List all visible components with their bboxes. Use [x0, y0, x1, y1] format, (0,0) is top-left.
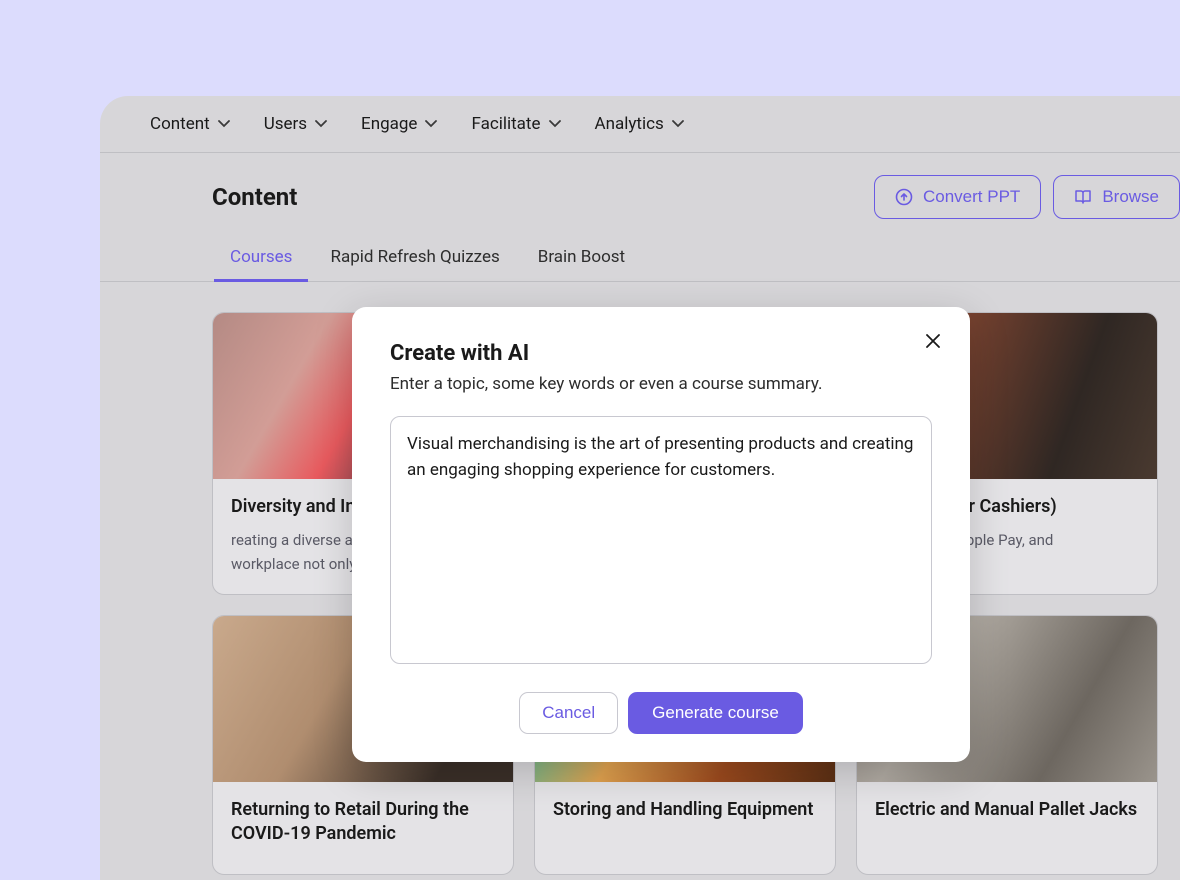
page-header: Content Convert PPT Browse: [100, 153, 1180, 237]
nav-item-content[interactable]: Content: [150, 114, 230, 134]
chevron-down-icon: [549, 120, 561, 128]
create-with-ai-modal: Create with AI Enter a topic, some key w…: [352, 307, 970, 762]
close-icon: [926, 333, 940, 352]
book-icon: [1074, 188, 1092, 206]
convert-ppt-button[interactable]: Convert PPT: [874, 175, 1041, 219]
topic-input[interactable]: [390, 416, 932, 664]
modal-subtitle: Enter a topic, some key words or even a …: [390, 374, 932, 394]
course-title: Returning to Retail During the COVID-19 …: [231, 798, 495, 847]
tab-label: Courses: [230, 247, 292, 267]
chevron-down-icon: [672, 120, 684, 128]
tab-label: Brain Boost: [538, 247, 625, 267]
modal-actions: Cancel Generate course: [390, 692, 932, 734]
tab-brain-boost[interactable]: Brain Boost: [536, 237, 627, 281]
nav-item-engage[interactable]: Engage: [361, 114, 437, 134]
button-label: Convert PPT: [923, 187, 1020, 207]
browse-button[interactable]: Browse: [1053, 175, 1180, 219]
nav-label: Facilitate: [471, 114, 540, 134]
top-nav: Content Users Engage Facilitate Analytic…: [100, 96, 1180, 153]
close-button[interactable]: [922, 331, 944, 353]
tabs: Courses Rapid Refresh Quizzes Brain Boos…: [100, 237, 1180, 282]
upload-icon: [895, 188, 913, 206]
nav-item-facilitate[interactable]: Facilitate: [471, 114, 560, 134]
tab-rapid-refresh[interactable]: Rapid Refresh Quizzes: [328, 237, 501, 281]
tab-label: Rapid Refresh Quizzes: [330, 247, 499, 267]
nav-label: Engage: [361, 114, 417, 134]
nav-label: Analytics: [595, 114, 664, 134]
button-label: Browse: [1102, 187, 1159, 207]
generate-course-button[interactable]: Generate course: [628, 692, 803, 734]
tab-courses[interactable]: Courses: [228, 237, 294, 281]
nav-item-analytics[interactable]: Analytics: [595, 114, 684, 134]
card-body: Returning to Retail During the COVID-19 …: [213, 782, 513, 875]
cancel-button[interactable]: Cancel: [519, 692, 618, 734]
card-body: Electric and Manual Pallet Jacks: [857, 782, 1157, 850]
nav-label: Content: [150, 114, 210, 134]
card-body: Storing and Handling Equipment: [535, 782, 835, 850]
chevron-down-icon: [425, 120, 437, 128]
header-actions: Convert PPT Browse: [874, 175, 1180, 219]
chevron-down-icon: [315, 120, 327, 128]
course-title: Storing and Handling Equipment: [553, 798, 817, 822]
nav-label: Users: [264, 114, 307, 134]
course-title: Electric and Manual Pallet Jacks: [875, 798, 1139, 822]
nav-item-users[interactable]: Users: [264, 114, 327, 134]
page-title: Content: [212, 183, 297, 211]
modal-title: Create with AI: [390, 341, 932, 366]
chevron-down-icon: [218, 120, 230, 128]
